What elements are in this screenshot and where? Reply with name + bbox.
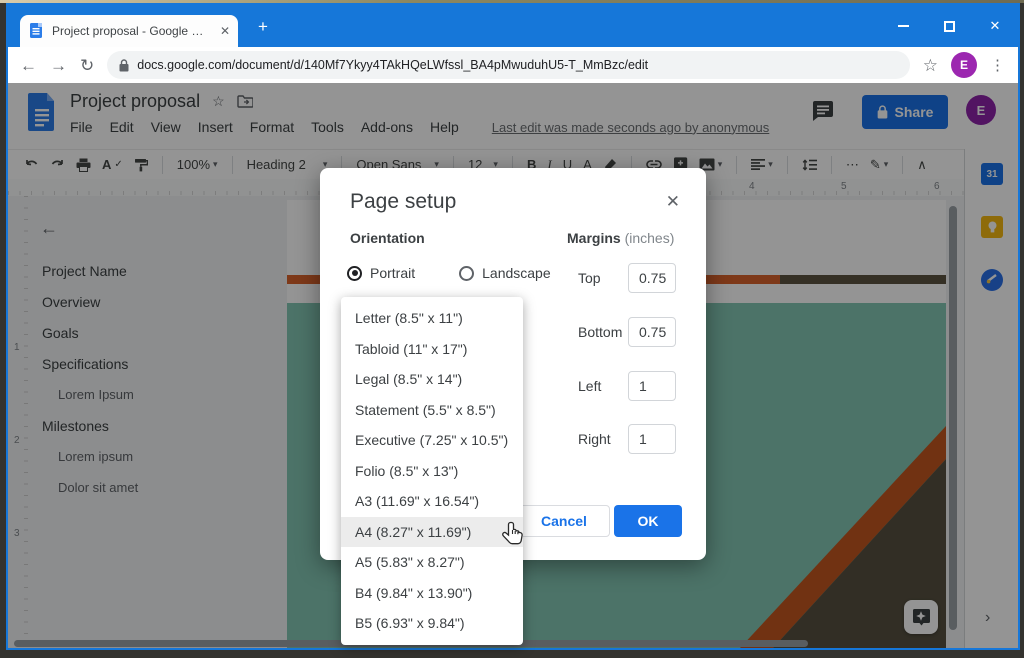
refresh-icon[interactable]: ↻ <box>80 57 94 74</box>
url-text: docs.google.com/document/d/140Mf7Ykyy4TA… <box>137 58 648 72</box>
paper-size-option[interactable]: Letter (8.5" x 11") <box>341 303 523 334</box>
browser-titlebar: Project proposal - Google Docs ✕ + ✕ <box>8 5 1018 47</box>
lock-icon <box>119 59 129 72</box>
window-maximize-button[interactable] <box>926 5 972 47</box>
paper-size-option[interactable]: B5 (6.93" x 9.84") <box>341 608 523 639</box>
margins-label: Margins (inches) <box>567 230 674 246</box>
browser-profile-avatar[interactable]: E <box>951 52 977 78</box>
paper-size-option[interactable]: B4 (9.84" x 13.90") <box>341 578 523 609</box>
window-close-button[interactable]: ✕ <box>972 5 1018 47</box>
landscape-radio[interactable] <box>459 266 474 281</box>
margin-right-input[interactable] <box>628 424 676 454</box>
tab-title: Project proposal - Google Docs <box>52 24 212 38</box>
margin-top-label: Top <box>578 270 628 286</box>
url-bar[interactable]: docs.google.com/document/d/140Mf7Ykyy4TA… <box>107 51 910 79</box>
dialog-title: Page setup <box>350 190 456 214</box>
paper-size-option-highlighted[interactable]: A4 (8.27" x 11.69") <box>341 517 523 548</box>
dialog-close-icon[interactable]: ✕ <box>666 192 680 212</box>
back-icon[interactable]: ← <box>20 57 37 74</box>
mouse-cursor <box>501 521 525 549</box>
browser-addressbar: ← → ↻ docs.google.com/document/d/140Mf7Y… <box>8 47 1018 83</box>
paper-size-dropdown: Letter (8.5" x 11") Tabloid (11" x 17") … <box>341 297 523 645</box>
landscape-label[interactable]: Landscape <box>482 265 551 281</box>
margin-left-label: Left <box>578 378 628 394</box>
cancel-button[interactable]: Cancel <box>518 505 610 537</box>
margin-top-input[interactable] <box>628 263 676 293</box>
browser-menu-icon[interactable]: ⋮ <box>990 56 1006 74</box>
margin-left-input[interactable] <box>628 371 676 401</box>
forward-icon[interactable]: → <box>50 57 67 74</box>
margin-bottom-label: Bottom <box>578 324 628 340</box>
paper-size-option[interactable]: Statement (5.5" x 8.5") <box>341 395 523 426</box>
paper-size-option[interactable]: Folio (8.5" x 13") <box>341 456 523 487</box>
ok-button[interactable]: OK <box>614 505 682 537</box>
portrait-label[interactable]: Portrait <box>370 265 415 281</box>
paper-size-option[interactable]: Executive (7.25" x 10.5") <box>341 425 523 456</box>
bookmark-star-icon[interactable]: ☆ <box>923 57 938 74</box>
paper-size-option[interactable]: Legal (8.5" x 14") <box>341 364 523 395</box>
browser-tab[interactable]: Project proposal - Google Docs ✕ <box>20 15 238 47</box>
paper-size-option[interactable]: A5 (5.83" x 8.27") <box>341 547 523 578</box>
tab-close-icon[interactable]: ✕ <box>220 25 230 37</box>
margin-bottom-input[interactable] <box>628 317 676 347</box>
paper-size-option[interactable]: Tabloid (11" x 17") <box>341 334 523 365</box>
window-minimize-button[interactable] <box>880 5 926 47</box>
docs-favicon <box>30 23 44 39</box>
margin-right-label: Right <box>578 431 628 447</box>
screen: Project proposal - Google Docs ✕ + ✕ ← →… <box>0 0 1024 658</box>
new-tab-button[interactable]: + <box>258 17 268 37</box>
orientation-label: Orientation <box>350 230 425 246</box>
portrait-radio[interactable] <box>347 266 362 281</box>
paper-size-option[interactable]: A3 (11.69" x 16.54") <box>341 486 523 517</box>
